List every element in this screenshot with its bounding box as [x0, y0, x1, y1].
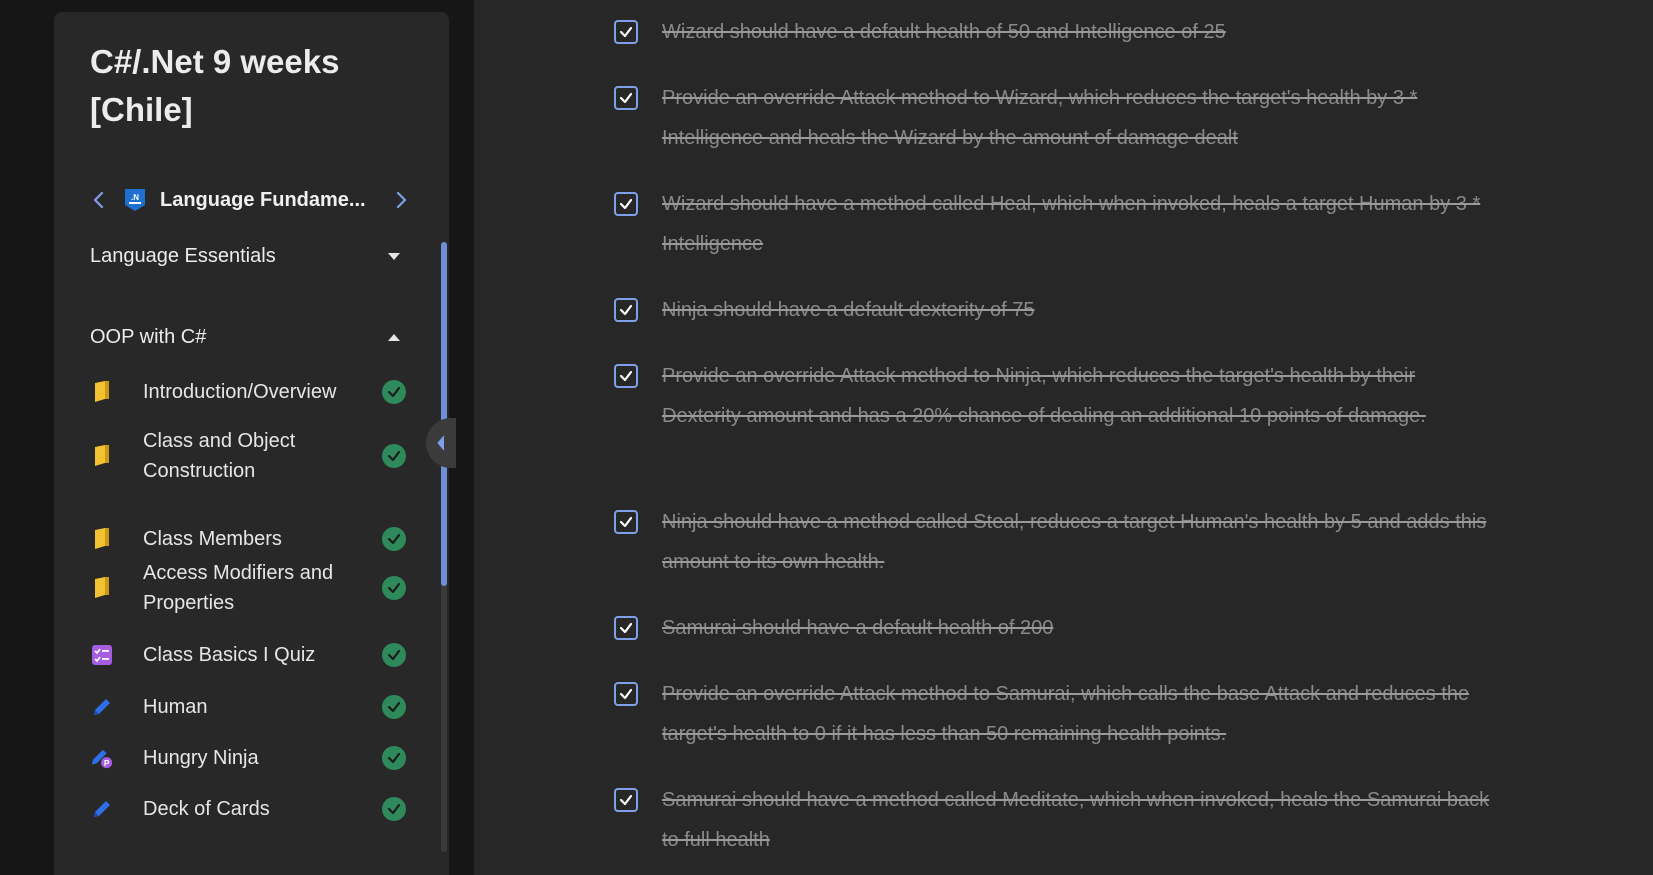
check-icon — [619, 370, 633, 382]
chevron-right-icon[interactable] — [392, 191, 410, 209]
task-item: Wizard should have a method called Heal,… — [614, 184, 1494, 264]
task-item: Provide an override Attack method to Sam… — [614, 674, 1494, 754]
task-checkbox[interactable] — [614, 364, 638, 388]
task-text: Provide an override Attack method to Nin… — [662, 365, 1426, 427]
task-checkbox[interactable] — [614, 192, 638, 216]
chevron-left-icon — [437, 435, 445, 451]
section-language-essentials[interactable]: Language Essentials — [90, 241, 400, 271]
check-icon — [619, 26, 633, 38]
check-icon — [619, 622, 633, 634]
sidebar-container: C#/.Net 9 weeks [Chile] .N Language Fund… — [0, 0, 474, 875]
lesson-label: Introduction/Overview — [143, 381, 337, 403]
section-label: OOP with C# — [90, 325, 207, 348]
course-title: C#/.Net 9 weeks [Chile] — [90, 43, 340, 128]
task-item: Provide an override Attack method to Nin… — [614, 356, 1494, 436]
task-text: Provide an override Attack method to Sam… — [662, 683, 1470, 745]
task-text: Ninja should have a default dexterity of… — [662, 299, 1035, 321]
lesson-item[interactable]: Class Members — [90, 524, 410, 554]
completed-check-icon — [382, 527, 406, 551]
svg-text:P: P — [104, 758, 110, 768]
task-item: Provide an override Attack method to Wiz… — [614, 78, 1494, 158]
book-icon — [90, 576, 114, 600]
caret-up-icon — [388, 333, 400, 341]
task-item: Ninja should have a default dexterity of… — [614, 290, 1494, 330]
task-checkbox[interactable] — [614, 788, 638, 812]
lesson-item[interactable]: Introduction/Overview — [90, 377, 410, 407]
check-icon — [619, 688, 633, 700]
task-item: Wizard should have a default health of 5… — [614, 12, 1494, 52]
check-icon — [619, 304, 633, 316]
lesson-label: Class and Object Construction — [143, 430, 296, 482]
chevron-left-icon[interactable] — [90, 191, 108, 209]
task-checkbox[interactable] — [614, 20, 638, 44]
sidebar: C#/.Net 9 weeks [Chile] .N Language Fund… — [54, 12, 449, 875]
completed-check-icon — [382, 444, 406, 468]
lesson-label: Human — [143, 696, 208, 718]
module-navigator: .N Language Fundame... — [90, 182, 410, 218]
lesson-label: Class Members — [143, 528, 282, 550]
task-checkbox[interactable] — [614, 86, 638, 110]
check-icon — [619, 198, 633, 210]
svg-text:.N: .N — [131, 193, 139, 202]
main-content: Wizard should have a default health of 5… — [474, 0, 1653, 875]
task-text: Provide an override Attack method to Wiz… — [662, 87, 1418, 149]
task-checkbox[interactable] — [614, 682, 638, 706]
lesson-label: Hungry Ninja — [143, 747, 259, 769]
book-icon — [90, 527, 114, 551]
task-text: Samurai should have a method called Medi… — [662, 789, 1490, 851]
check-icon — [619, 794, 633, 806]
check-icon — [619, 516, 633, 528]
task-checkbox[interactable] — [614, 298, 638, 322]
completed-check-icon — [382, 695, 406, 719]
task-text: Ninja should have a method called Steal,… — [662, 511, 1487, 573]
completed-check-icon — [382, 643, 406, 667]
completed-check-icon — [382, 797, 406, 821]
task-item: Samurai should have a default health of … — [614, 608, 1494, 648]
section-label: Language Essentials — [90, 244, 276, 267]
section-oop-with-csharp[interactable]: OOP with C# — [90, 322, 400, 352]
caret-down-icon — [388, 252, 400, 260]
lesson-item[interactable]: Access Modifiers and Properties — [90, 558, 410, 618]
pencil-badge-icon: P — [90, 746, 114, 770]
quiz-icon — [90, 643, 114, 667]
lesson-item[interactable]: Class and Object Construction — [90, 426, 410, 486]
sidebar-scrollbar-thumb[interactable] — [441, 242, 447, 586]
lesson-item[interactable]: P Hungry Ninja — [90, 743, 410, 773]
book-icon — [90, 380, 114, 404]
lesson-item[interactable]: Deck of Cards — [90, 794, 410, 824]
task-item: Ninja should have a method called Steal,… — [614, 502, 1494, 582]
lesson-label: Access Modifiers and Properties — [143, 562, 334, 614]
completed-check-icon — [382, 746, 406, 770]
task-text: Wizard should have a method called Heal,… — [662, 193, 1481, 255]
lesson-item[interactable]: Human — [90, 692, 410, 722]
task-checkbox[interactable] — [614, 616, 638, 640]
completed-check-icon — [382, 576, 406, 600]
task-text: Samurai should have a default health of … — [662, 617, 1054, 639]
pencil-icon — [90, 797, 114, 821]
dotnet-logo: .N — [124, 188, 146, 212]
lesson-label: Deck of Cards — [143, 798, 270, 820]
task-checkbox[interactable] — [614, 510, 638, 534]
completed-check-icon — [382, 380, 406, 404]
task-text: Wizard should have a default health of 5… — [662, 21, 1226, 43]
pencil-icon — [90, 695, 114, 719]
task-item: Samurai should have a method called Medi… — [614, 780, 1494, 860]
lesson-label: Class Basics I Quiz — [143, 644, 316, 666]
lesson-item[interactable]: Class Basics I Quiz — [90, 640, 410, 670]
module-name[interactable]: Language Fundame... — [160, 189, 382, 212]
check-icon — [619, 92, 633, 104]
book-icon — [90, 444, 114, 468]
